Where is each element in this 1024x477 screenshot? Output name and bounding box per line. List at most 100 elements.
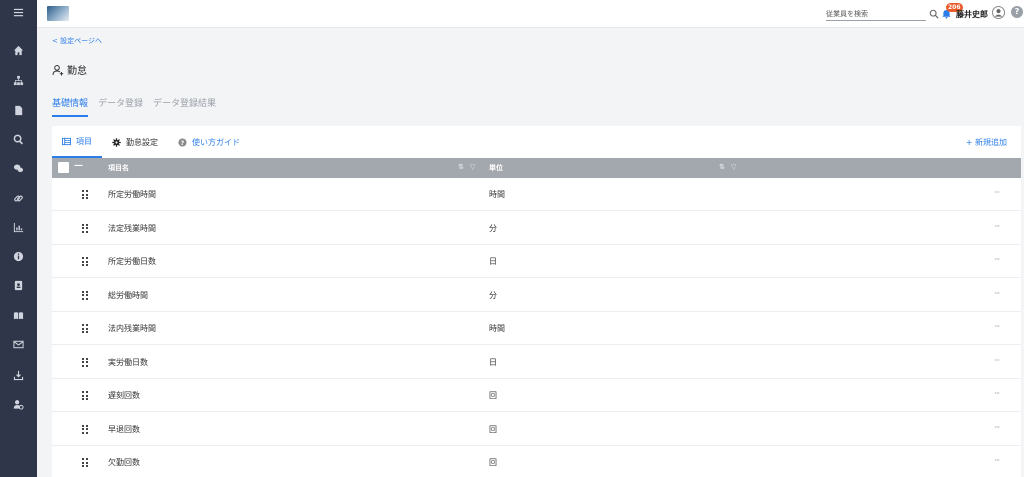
subtab-usage-guide-label: 使い方ガイド <box>192 137 240 147</box>
item-unit-cell: 回 <box>489 424 497 434</box>
drag-handle-icon[interactable] <box>82 357 88 367</box>
document-icon[interactable] <box>0 100 37 120</box>
download-icon[interactable] <box>0 365 37 385</box>
item-name-cell: 欠勤回数 <box>108 458 140 467</box>
more-options-button[interactable]: ··· <box>994 255 1000 264</box>
mail-icon[interactable] <box>0 334 37 354</box>
more-options-button[interactable]: ··· <box>994 423 1000 432</box>
item-name-cell: 早退回数 <box>108 424 140 434</box>
item-unit-cell: 時間 <box>489 324 505 333</box>
help-button[interactable]: ? <box>1011 6 1023 18</box>
drag-handle-icon[interactable] <box>82 391 88 400</box>
user-name[interactable]: 藤井史郎 <box>956 9 988 20</box>
menu-icon[interactable] <box>0 2 37 22</box>
top-bar: 206 藤井史郎 ? <box>37 0 1024 28</box>
items-card: 項目 勤怠設定 ? 使い方ガイド + 新規追加 — 項目名 ⇅ ▽ 単位 ⇅ ▽… <box>52 126 1021 477</box>
item-unit-cell: 時間 <box>489 190 505 199</box>
drag-handle-icon[interactable] <box>82 257 88 266</box>
table-row[interactable]: 所定労働時間 時間 ··· <box>52 178 1021 211</box>
subtab-usage-guide[interactable]: ? 使い方ガイド <box>168 126 250 158</box>
back-to-settings-link[interactable]: < 設定ページへ <box>52 36 102 46</box>
item-unit-cell: 回 <box>489 458 497 467</box>
table-header: — 項目名 ⇅ ▽ 単位 ⇅ ▽ <box>52 158 1021 178</box>
item-name-cell: 法内残業時間 <box>108 324 156 333</box>
table-row[interactable]: 法内残業時間 時間 ··· <box>52 312 1021 345</box>
more-options-button[interactable]: ··· <box>994 289 1000 298</box>
filter-icon[interactable]: ▽ <box>731 163 736 171</box>
sidebar <box>0 0 37 477</box>
item-unit-cell: 回 <box>489 391 497 400</box>
sort-icon[interactable]: ⇅ <box>719 163 725 171</box>
list-icon <box>62 137 71 145</box>
back-arrow-icon: < <box>52 37 58 45</box>
table-row[interactable]: 所定労働日数 日 ··· <box>52 245 1021 278</box>
more-options-button[interactable]: ··· <box>994 188 1000 197</box>
table-row[interactable]: 欠勤回数 回 ··· <box>52 446 1021 477</box>
tab-data-registration[interactable]: データ登録 <box>98 96 143 117</box>
user-avatar-icon[interactable] <box>992 6 1005 19</box>
info-icon[interactable] <box>0 246 37 266</box>
subtab-attendance-settings[interactable]: 勤怠設定 <box>102 126 168 158</box>
employee-search-input[interactable] <box>826 10 926 18</box>
page-title: 勤怠 <box>52 62 87 77</box>
table-row[interactable]: 実労働日数 日 ··· <box>52 346 1021 379</box>
sort-icon[interactable]: ⇅ <box>458 163 464 171</box>
column-header-unit: 単位 <box>489 164 503 172</box>
back-link-label: 設定ページへ <box>60 37 102 45</box>
page-title-text: 勤怠 <box>67 66 87 77</box>
search-icon[interactable] <box>0 129 37 149</box>
open-book-icon[interactable] <box>0 305 37 325</box>
tab-basic-info[interactable]: 基礎情報 <box>52 96 89 117</box>
drag-handle-icon[interactable] <box>82 290 88 300</box>
chat-icon[interactable] <box>0 158 37 178</box>
svg-text:?: ? <box>181 139 185 146</box>
subtab-attendance-settings-label: 勤怠設定 <box>126 137 158 147</box>
subtab-items[interactable]: 項目 <box>52 126 102 158</box>
table-row[interactable]: 総労働時間 分 ··· <box>52 279 1021 312</box>
sub-tabs: 項目 勤怠設定 ? 使い方ガイド <box>52 126 1021 158</box>
drag-handle-icon[interactable] <box>82 458 88 467</box>
tab-registration-results[interactable]: データ登録結果 <box>153 96 216 117</box>
select-all-dash: — <box>74 161 83 171</box>
item-name-cell: 法定残業時間 <box>108 223 156 233</box>
more-options-button[interactable]: ··· <box>994 356 1000 365</box>
drag-handle-icon[interactable] <box>82 223 88 233</box>
company-logo <box>47 6 69 21</box>
drag-handle-icon[interactable] <box>82 190 88 199</box>
question-icon: ? <box>178 137 187 146</box>
table-row[interactable]: 早退回数 回 ··· <box>52 413 1021 446</box>
home-icon[interactable] <box>0 40 37 60</box>
user-add-icon <box>52 64 64 75</box>
more-options-button[interactable]: ··· <box>994 322 1000 331</box>
drag-handle-icon[interactable] <box>82 324 88 333</box>
more-options-button[interactable]: ··· <box>994 389 1000 398</box>
user-settings-icon[interactable] <box>0 394 37 414</box>
employee-search[interactable] <box>826 8 926 21</box>
more-options-button[interactable]: ··· <box>994 456 1000 465</box>
bar-chart-icon[interactable] <box>0 217 37 237</box>
column-header-name: 項目名 <box>108 164 129 172</box>
select-all-checkbox[interactable] <box>58 162 69 173</box>
subtab-items-label: 項目 <box>76 136 92 146</box>
item-unit-cell: 日 <box>489 357 497 367</box>
item-name-cell: 所定労働日数 <box>108 257 156 266</box>
item-unit-cell: 分 <box>489 290 497 300</box>
item-unit-cell: 分 <box>489 223 497 233</box>
table-row[interactable]: 法定残業時間 分 ··· <box>52 212 1021 245</box>
item-name-cell: 遅刻回数 <box>108 391 140 400</box>
link-icon[interactable] <box>0 188 37 208</box>
filter-icon[interactable]: ▽ <box>470 163 475 171</box>
item-name-cell: 総労働時間 <box>108 290 148 300</box>
item-name-cell: 所定労働時間 <box>108 190 156 199</box>
more-options-button[interactable]: ··· <box>994 222 1000 231</box>
table-row[interactable]: 遅刻回数 回 ··· <box>52 379 1021 412</box>
add-new-button[interactable]: + 新規追加 <box>966 137 1007 148</box>
item-name-cell: 実労働日数 <box>108 357 148 367</box>
search-icon[interactable] <box>929 9 939 19</box>
drag-handle-icon[interactable] <box>82 424 88 434</box>
gear-icon <box>112 137 121 147</box>
main-tabs: 基礎情報 データ登録 データ登録結果 <box>52 96 216 117</box>
item-unit-cell: 日 <box>489 257 497 266</box>
contact-book-icon[interactable] <box>0 275 37 295</box>
org-chart-icon[interactable] <box>0 70 37 90</box>
